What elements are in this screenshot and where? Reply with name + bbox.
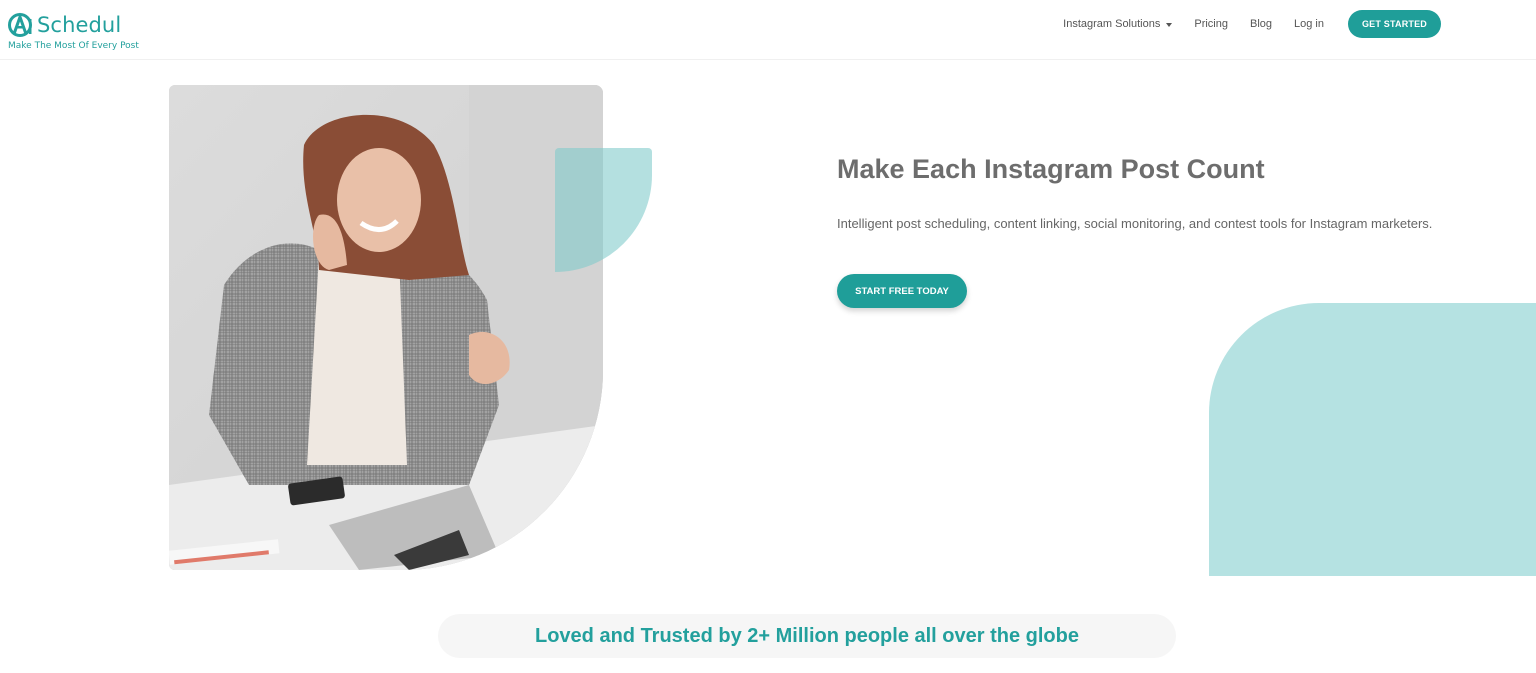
logo-row: Schedul xyxy=(8,12,139,38)
start-free-today-button[interactable]: START FREE TODAY xyxy=(837,274,967,308)
get-started-button[interactable]: GET STARTED xyxy=(1348,10,1441,38)
brand-name: Schedul xyxy=(37,13,122,37)
hero-title: Make Each Instagram Post Count xyxy=(837,154,1265,184)
ai-logo-icon xyxy=(8,12,34,38)
main-nav: Instagram Solutions Pricing Blog Log in … xyxy=(1063,10,1441,38)
brand-tagline: Make The Most Of Every Post xyxy=(8,41,139,51)
logo[interactable]: Schedul Make The Most Of Every Post xyxy=(8,12,139,51)
decorative-teal-blob xyxy=(1209,303,1536,576)
site-header: Schedul Make The Most Of Every Post Inst… xyxy=(0,0,1536,60)
hero-photo xyxy=(169,85,603,570)
caret-down-icon xyxy=(1166,22,1173,27)
nav-login[interactable]: Log in xyxy=(1294,18,1324,30)
hero-subtitle: Intelligent post scheduling, content lin… xyxy=(837,216,1433,231)
nav-instagram-solutions-label: Instagram Solutions xyxy=(1063,18,1161,30)
decorative-teal-tab xyxy=(555,148,652,272)
nav-instagram-solutions[interactable]: Instagram Solutions xyxy=(1063,18,1173,30)
nav-pricing[interactable]: Pricing xyxy=(1194,18,1228,30)
nav-blog[interactable]: Blog xyxy=(1250,18,1272,30)
trust-text: Loved and Trusted by 2+ Million people a… xyxy=(535,624,1079,647)
trust-banner: Loved and Trusted by 2+ Million people a… xyxy=(438,614,1176,658)
